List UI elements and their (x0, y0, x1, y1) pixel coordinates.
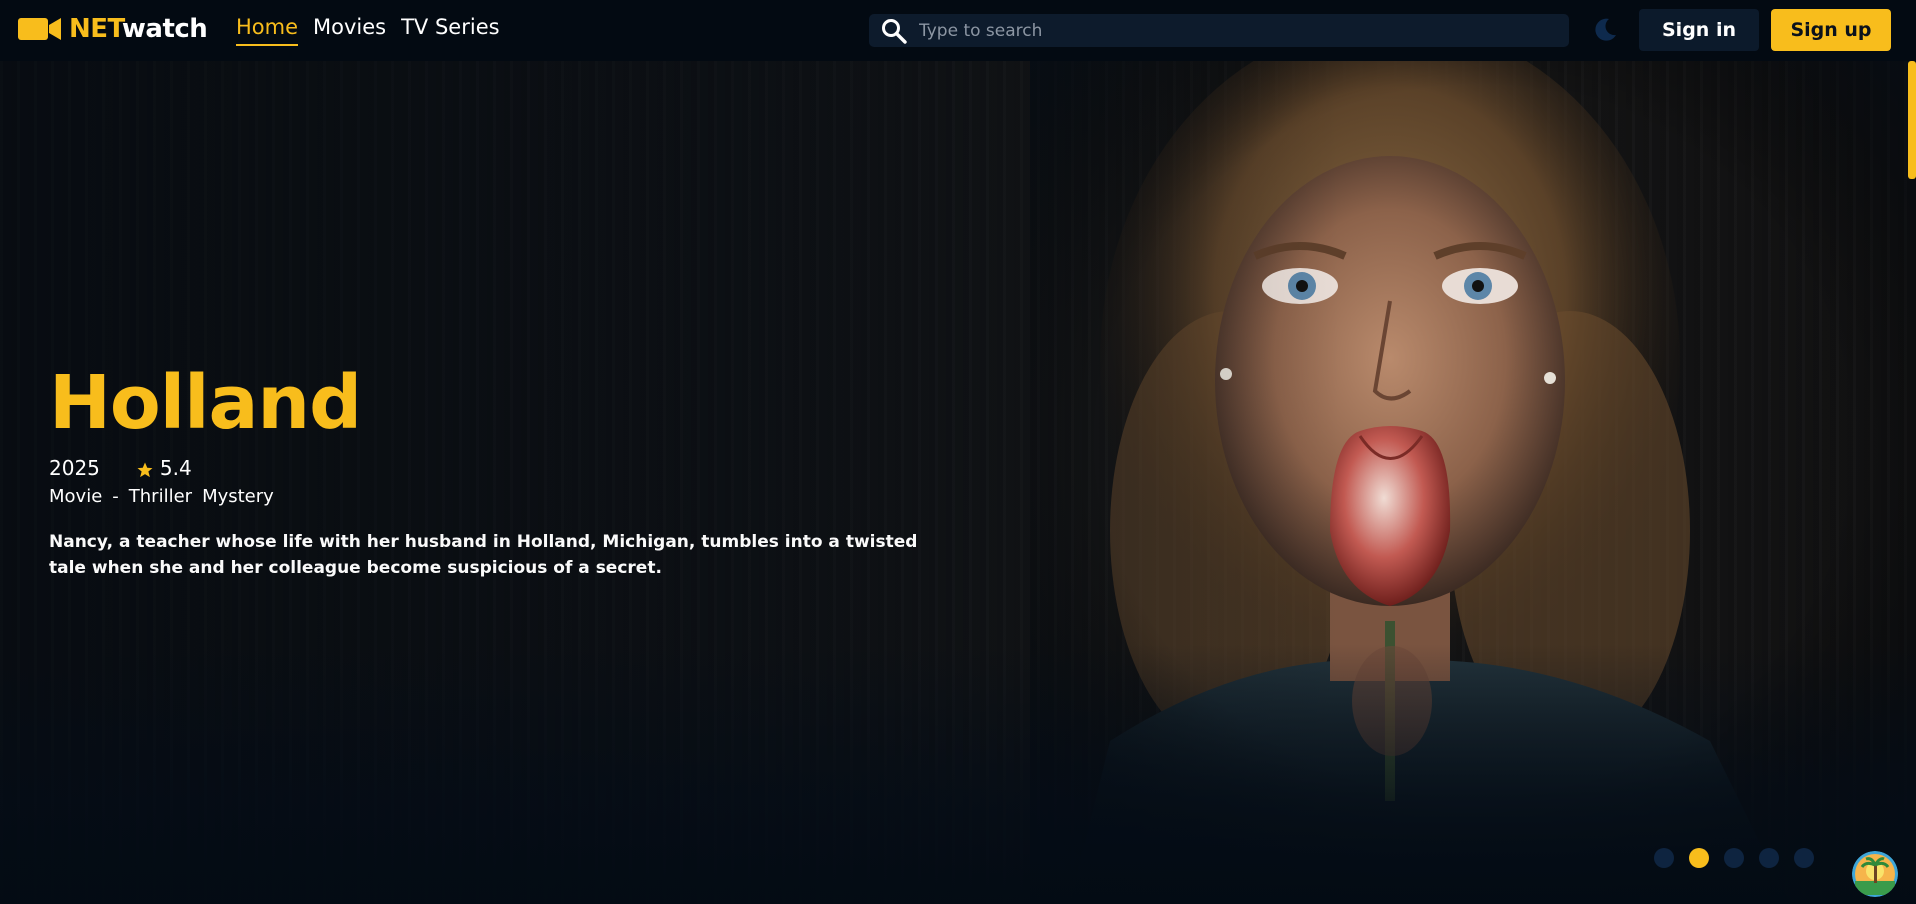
site-logo[interactable]: NETwatch (18, 14, 208, 44)
hero-info: Holland 2025 5.4 Movie - Thriller Myster… (49, 361, 1009, 598)
top-navbar: NETwatch Home Movies TV Series Sign in S… (0, 0, 1916, 61)
carousel-dot[interactable] (1759, 848, 1779, 868)
star-icon (136, 459, 154, 478)
rating-value: 5.4 (159, 456, 192, 480)
genre-tag[interactable]: Mystery (202, 485, 274, 509)
hero-banner: Holland 2025 5.4 Movie - Thriller Myster… (0, 61, 1916, 904)
logo-text-watch: watch (121, 14, 208, 44)
moon-icon[interactable] (1591, 16, 1619, 44)
carousel-dot[interactable] (1654, 848, 1674, 868)
nav-link-home[interactable]: Home (236, 14, 299, 46)
hero-overview: Nancy, a teacher whose life with her hus… (49, 532, 918, 578)
nav-link-movies[interactable]: Movies (313, 14, 386, 46)
hero-title: Holland (49, 360, 362, 446)
meta-separator: - (112, 486, 119, 507)
carousel-dot[interactable] (1724, 848, 1744, 868)
media-type: Movie (49, 486, 103, 507)
carousel-dot[interactable] (1794, 848, 1814, 868)
release-year: 2025 (49, 456, 100, 480)
video-camera-icon (18, 15, 62, 43)
search-input[interactable] (917, 19, 1541, 42)
avatar[interactable] (1852, 851, 1898, 897)
scrollbar-thumb[interactable] (1908, 61, 1916, 179)
scrollbar[interactable] (1908, 61, 1916, 904)
carousel-dots (1654, 848, 1829, 868)
search-bar[interactable] (869, 14, 1569, 47)
logo-text-net: NET (69, 14, 122, 44)
hero-meta: 2025 5.4 (49, 455, 1009, 481)
carousel-dot-active[interactable] (1689, 848, 1709, 868)
genre-list: Movie - Thriller Mystery (49, 485, 1009, 509)
genre-tag[interactable]: Thriller (129, 485, 192, 509)
nav-link-tv-series[interactable]: TV Series (401, 14, 499, 46)
main-nav: Home Movies TV Series (236, 14, 515, 46)
search-icon[interactable] (881, 18, 907, 44)
sign-in-button[interactable]: Sign in (1639, 9, 1759, 51)
sign-up-button[interactable]: Sign up (1771, 9, 1891, 51)
